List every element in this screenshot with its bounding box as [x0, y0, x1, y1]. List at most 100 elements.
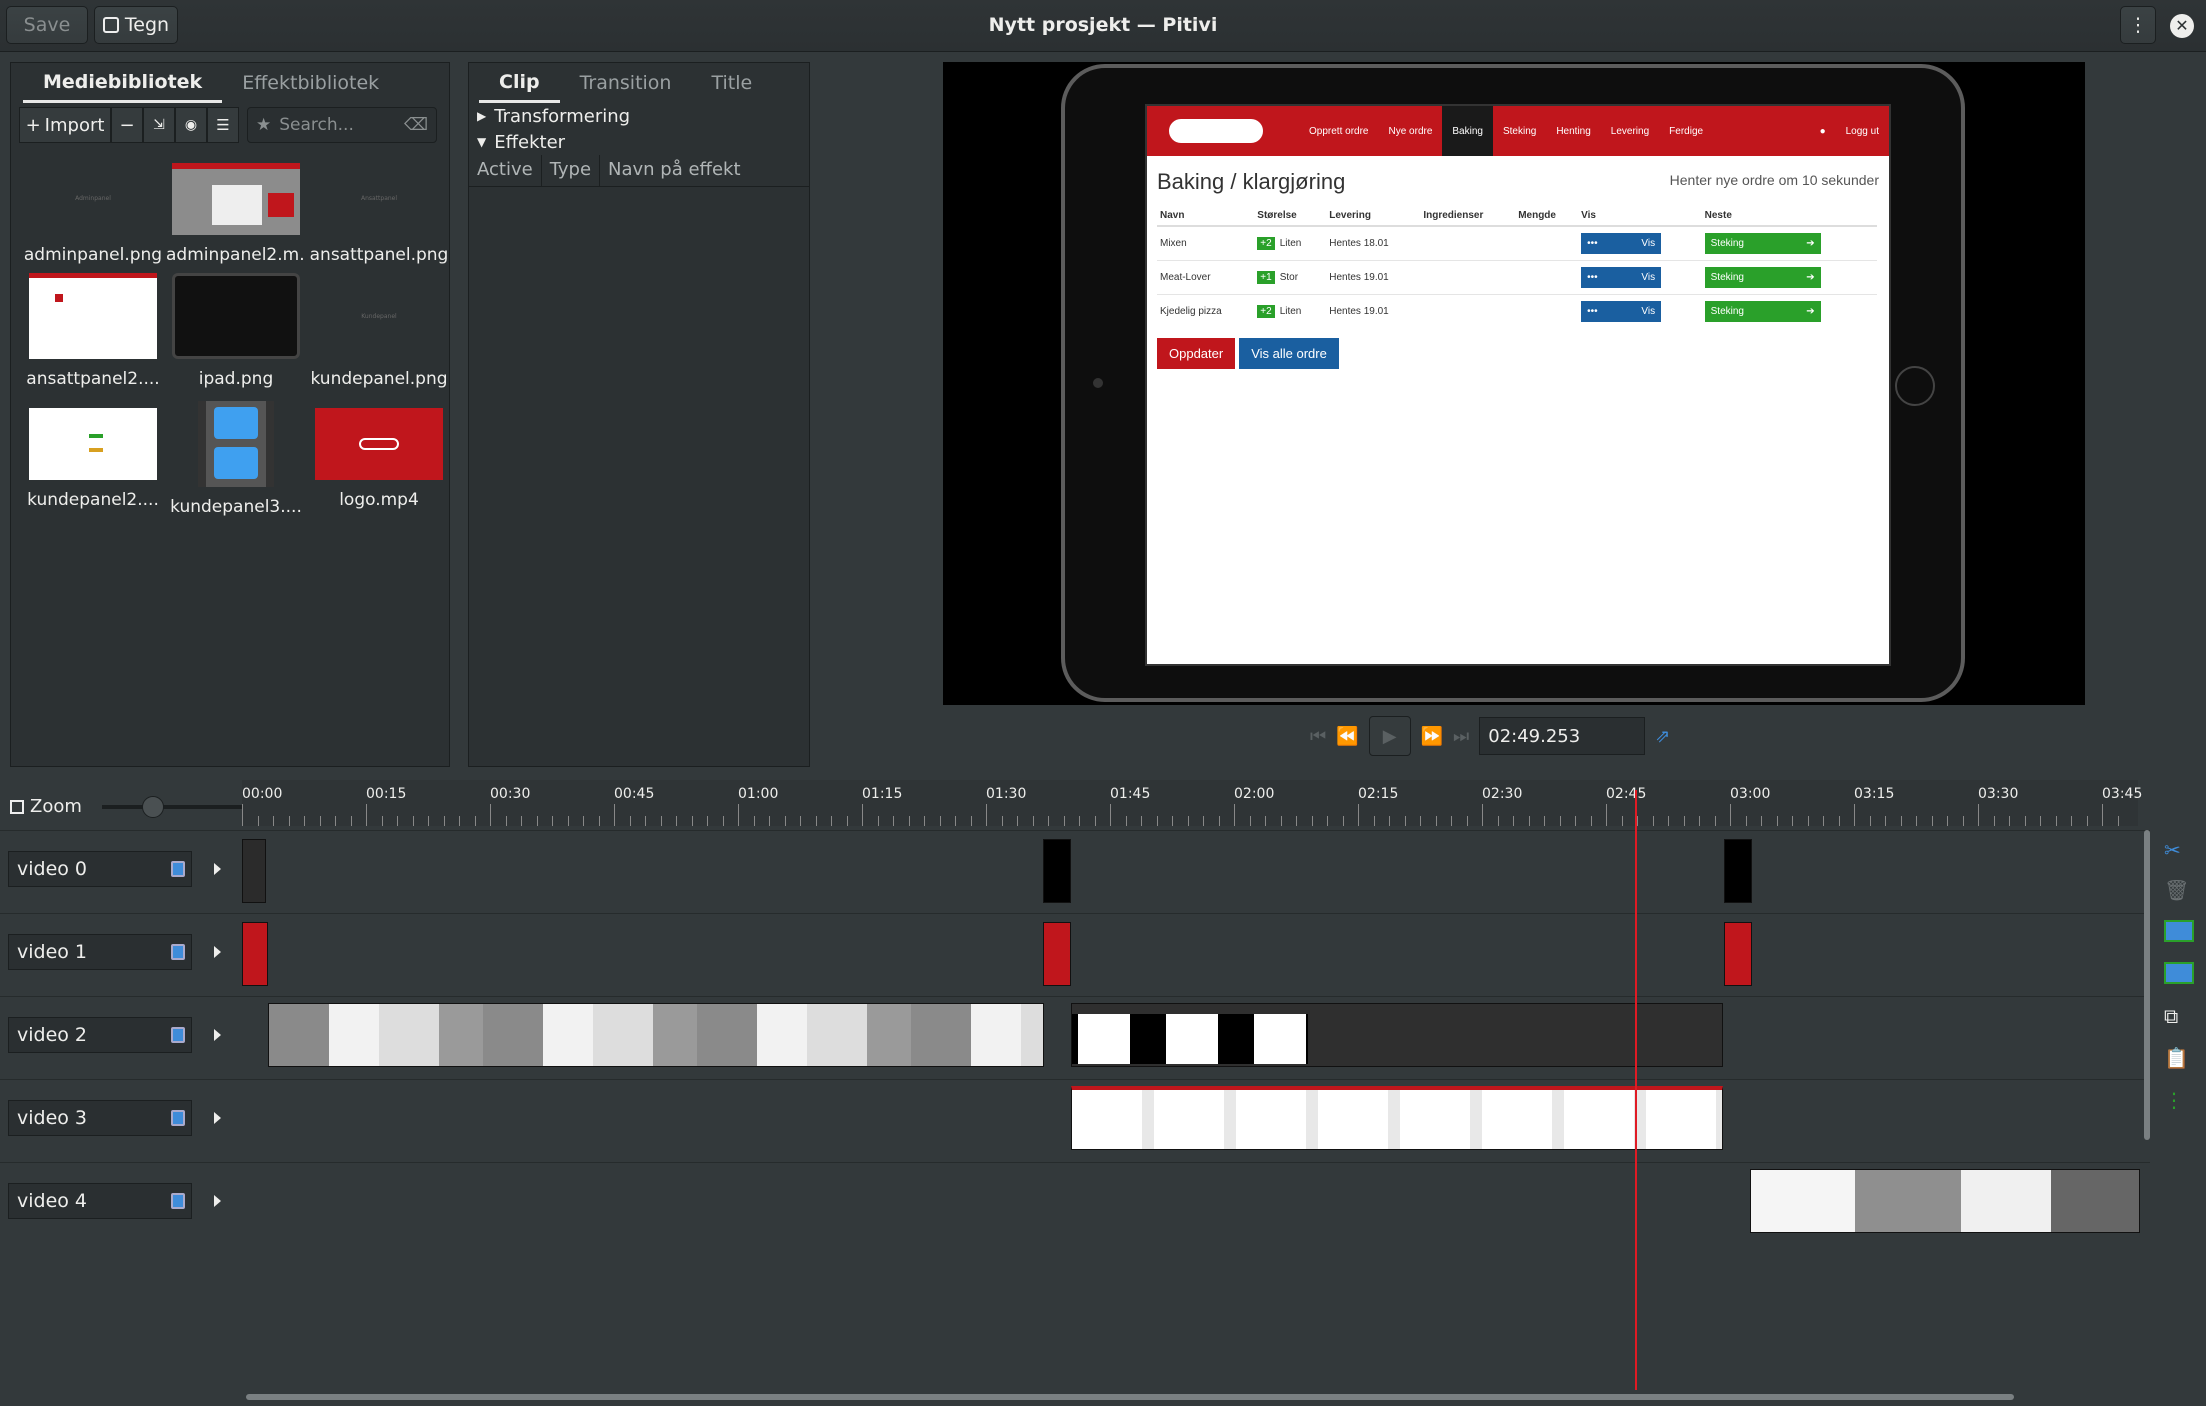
track-expand-icon[interactable] — [214, 863, 221, 875]
column-active[interactable]: Active — [469, 155, 542, 186]
fast-forward-icon[interactable]: ⏩ — [1421, 726, 1443, 747]
ruler-tick — [815, 816, 817, 826]
import-button[interactable]: + Import — [19, 107, 111, 143]
copy-icon[interactable]: ⧉ — [2164, 1004, 2194, 1034]
timeline-clip[interactable] — [1043, 922, 1071, 986]
ruler-tick — [986, 804, 987, 826]
rewind-icon[interactable]: ⏪ — [1336, 726, 1358, 747]
close-icon: ✕ — [2175, 16, 2189, 35]
arrow-circle-icon: ➔ — [1806, 238, 1815, 249]
track-expand-icon[interactable] — [214, 1112, 221, 1124]
play-button[interactable]: ▶ — [1368, 716, 1411, 756]
list-view-button[interactable]: ☰ — [207, 107, 239, 143]
track-header[interactable]: video 2 — [8, 1017, 192, 1053]
paste-icon[interactable]: 📋 — [2164, 1046, 2194, 1076]
ruler-tick — [1931, 816, 1933, 826]
close-window-button[interactable]: ✕ — [2170, 14, 2194, 38]
ruler-tick — [1420, 816, 1421, 826]
thumbnail — [315, 408, 443, 480]
timeline-clip[interactable] — [1071, 1003, 1723, 1067]
library-toolbar: + Import − ⇲ ◉ ☰ ★ Search... ⌫ — [19, 107, 437, 143]
media-label: adminpanel2.m... — [166, 245, 306, 265]
tab-transition[interactable]: Transition — [560, 63, 692, 103]
go-to-start-icon[interactable]: ⏮ — [1310, 726, 1326, 747]
refresh-notice: Henter nye ordre om 10 sekunder — [1669, 172, 1879, 188]
nav-item: Nye ordre — [1388, 125, 1433, 137]
timeline-clip[interactable] — [1043, 839, 1071, 903]
ruler-tick — [567, 816, 569, 826]
timeline-clip[interactable] — [268, 1003, 1044, 1067]
media-item[interactable]: ansattpanel2.... — [23, 273, 163, 389]
ruler-tick — [908, 816, 910, 826]
table-row: Mixen +2 Liten Hentes 18.01 ••• Vis Steking ➔ — [1157, 225, 1877, 261]
zoom-slider[interactable] — [101, 795, 250, 818]
track-header[interactable]: video 3 — [8, 1100, 192, 1136]
ruler-tick — [2009, 816, 2010, 826]
horizontal-scrollbar[interactable] — [246, 1394, 2014, 1400]
media-item[interactable]: ipad.png — [166, 273, 306, 389]
ruler-tick — [1389, 816, 1390, 826]
track-expand-icon[interactable] — [214, 946, 221, 958]
lightbulb-icon: ◉ — [184, 117, 198, 133]
expander-right-icon: ▶ — [477, 109, 487, 123]
column-header: Størelse — [1254, 206, 1327, 227]
menu-button[interactable]: ⋮ — [2120, 6, 2156, 44]
ruler-tick — [1373, 816, 1375, 826]
ungroup-clips-icon[interactable] — [2164, 962, 2194, 984]
media-item[interactable]: Kundepanel kundepanel.png — [309, 273, 449, 389]
media-item[interactable]: Adminpanel adminpanel.png — [23, 163, 163, 265]
ruler-tick — [924, 816, 925, 826]
detach-viewer-icon[interactable]: ⇗ — [1655, 726, 1670, 747]
column-effect-name[interactable]: Navn på effekt — [600, 155, 749, 186]
split-clip-icon[interactable]: ✂ — [2164, 838, 2194, 868]
timeline-clip[interactable] — [1071, 1086, 1723, 1150]
tab-title[interactable]: Title — [691, 63, 772, 103]
track-expand-icon[interactable] — [214, 1195, 221, 1207]
remove-clip-button[interactable]: − — [111, 107, 143, 143]
media-item[interactable]: adminpanel2.m... — [166, 163, 306, 265]
delete-clip-icon[interactable]: 🗑 — [2164, 878, 2194, 908]
section-effects[interactable]: ▼ Effekter — [477, 129, 565, 155]
media-item[interactable]: kundepanel2.... — [23, 408, 163, 510]
track-expand-icon[interactable] — [214, 1029, 221, 1041]
column-type[interactable]: Type — [542, 155, 601, 186]
track-header[interactable]: video 0 — [8, 851, 192, 887]
section-transform[interactable]: ▶ Transformering — [477, 103, 630, 129]
nav-item-active: Baking — [1442, 106, 1493, 156]
align-icon[interactable]: ⋮ — [2164, 1088, 2194, 1118]
tick-label: 01:30 — [986, 786, 1027, 802]
zoom-control: Zoom — [10, 795, 250, 818]
thumbnail — [29, 273, 157, 359]
search-placeholder: Search... — [279, 115, 354, 135]
group-clips-icon[interactable] — [2164, 920, 2194, 942]
timeline-clip[interactable] — [1750, 1169, 2140, 1233]
timecode-field[interactable]: 02:49.253 — [1479, 717, 1646, 755]
ruler-tick — [1575, 816, 1576, 826]
zoom-slider-handle[interactable] — [141, 795, 164, 818]
clip-properties-button[interactable]: ◉ — [175, 107, 207, 143]
ruler-tick — [319, 816, 321, 826]
tab-media-library[interactable]: Mediebibliotek — [23, 63, 223, 103]
transport-controls: ⏮ ⏪ ▶ ⏩ ⏭ 02:49.253 ⇗ — [1310, 716, 1670, 756]
ruler-tick — [381, 816, 383, 826]
tab-clip[interactable]: Clip — [479, 63, 560, 103]
timeline-clip[interactable] — [1724, 922, 1752, 986]
insert-at-end-button[interactable]: ⇲ — [143, 107, 175, 143]
tick-label: 02:15 — [1358, 786, 1399, 802]
media-item[interactable]: logo.mp4 — [309, 408, 449, 510]
playhead[interactable] — [1635, 790, 1637, 1390]
search-input[interactable]: ★ Search... ⌫ — [247, 107, 437, 143]
media-item[interactable]: kundepanel3.... — [166, 401, 306, 517]
vertical-scrollbar[interactable] — [2144, 830, 2150, 1140]
go-to-end-icon[interactable]: ⏭ — [1453, 726, 1469, 747]
track-header[interactable]: video 4 — [8, 1183, 192, 1219]
timeline-clip[interactable] — [242, 839, 266, 903]
ruler-tick — [877, 816, 879, 826]
tab-effect-library[interactable]: Effektbibliotek — [222, 63, 399, 103]
timeline-ruler[interactable]: 00:00 00:15 00:30 00:45 01:00 01:15 01:3… — [242, 780, 2142, 826]
track-header[interactable]: video 1 — [8, 934, 192, 970]
media-item[interactable]: Ansattpanel ansattpanel.png — [309, 163, 449, 265]
ruler-tick — [1482, 804, 1483, 826]
timeline-clip[interactable] — [1724, 839, 1752, 903]
timeline-clip[interactable] — [242, 922, 268, 986]
